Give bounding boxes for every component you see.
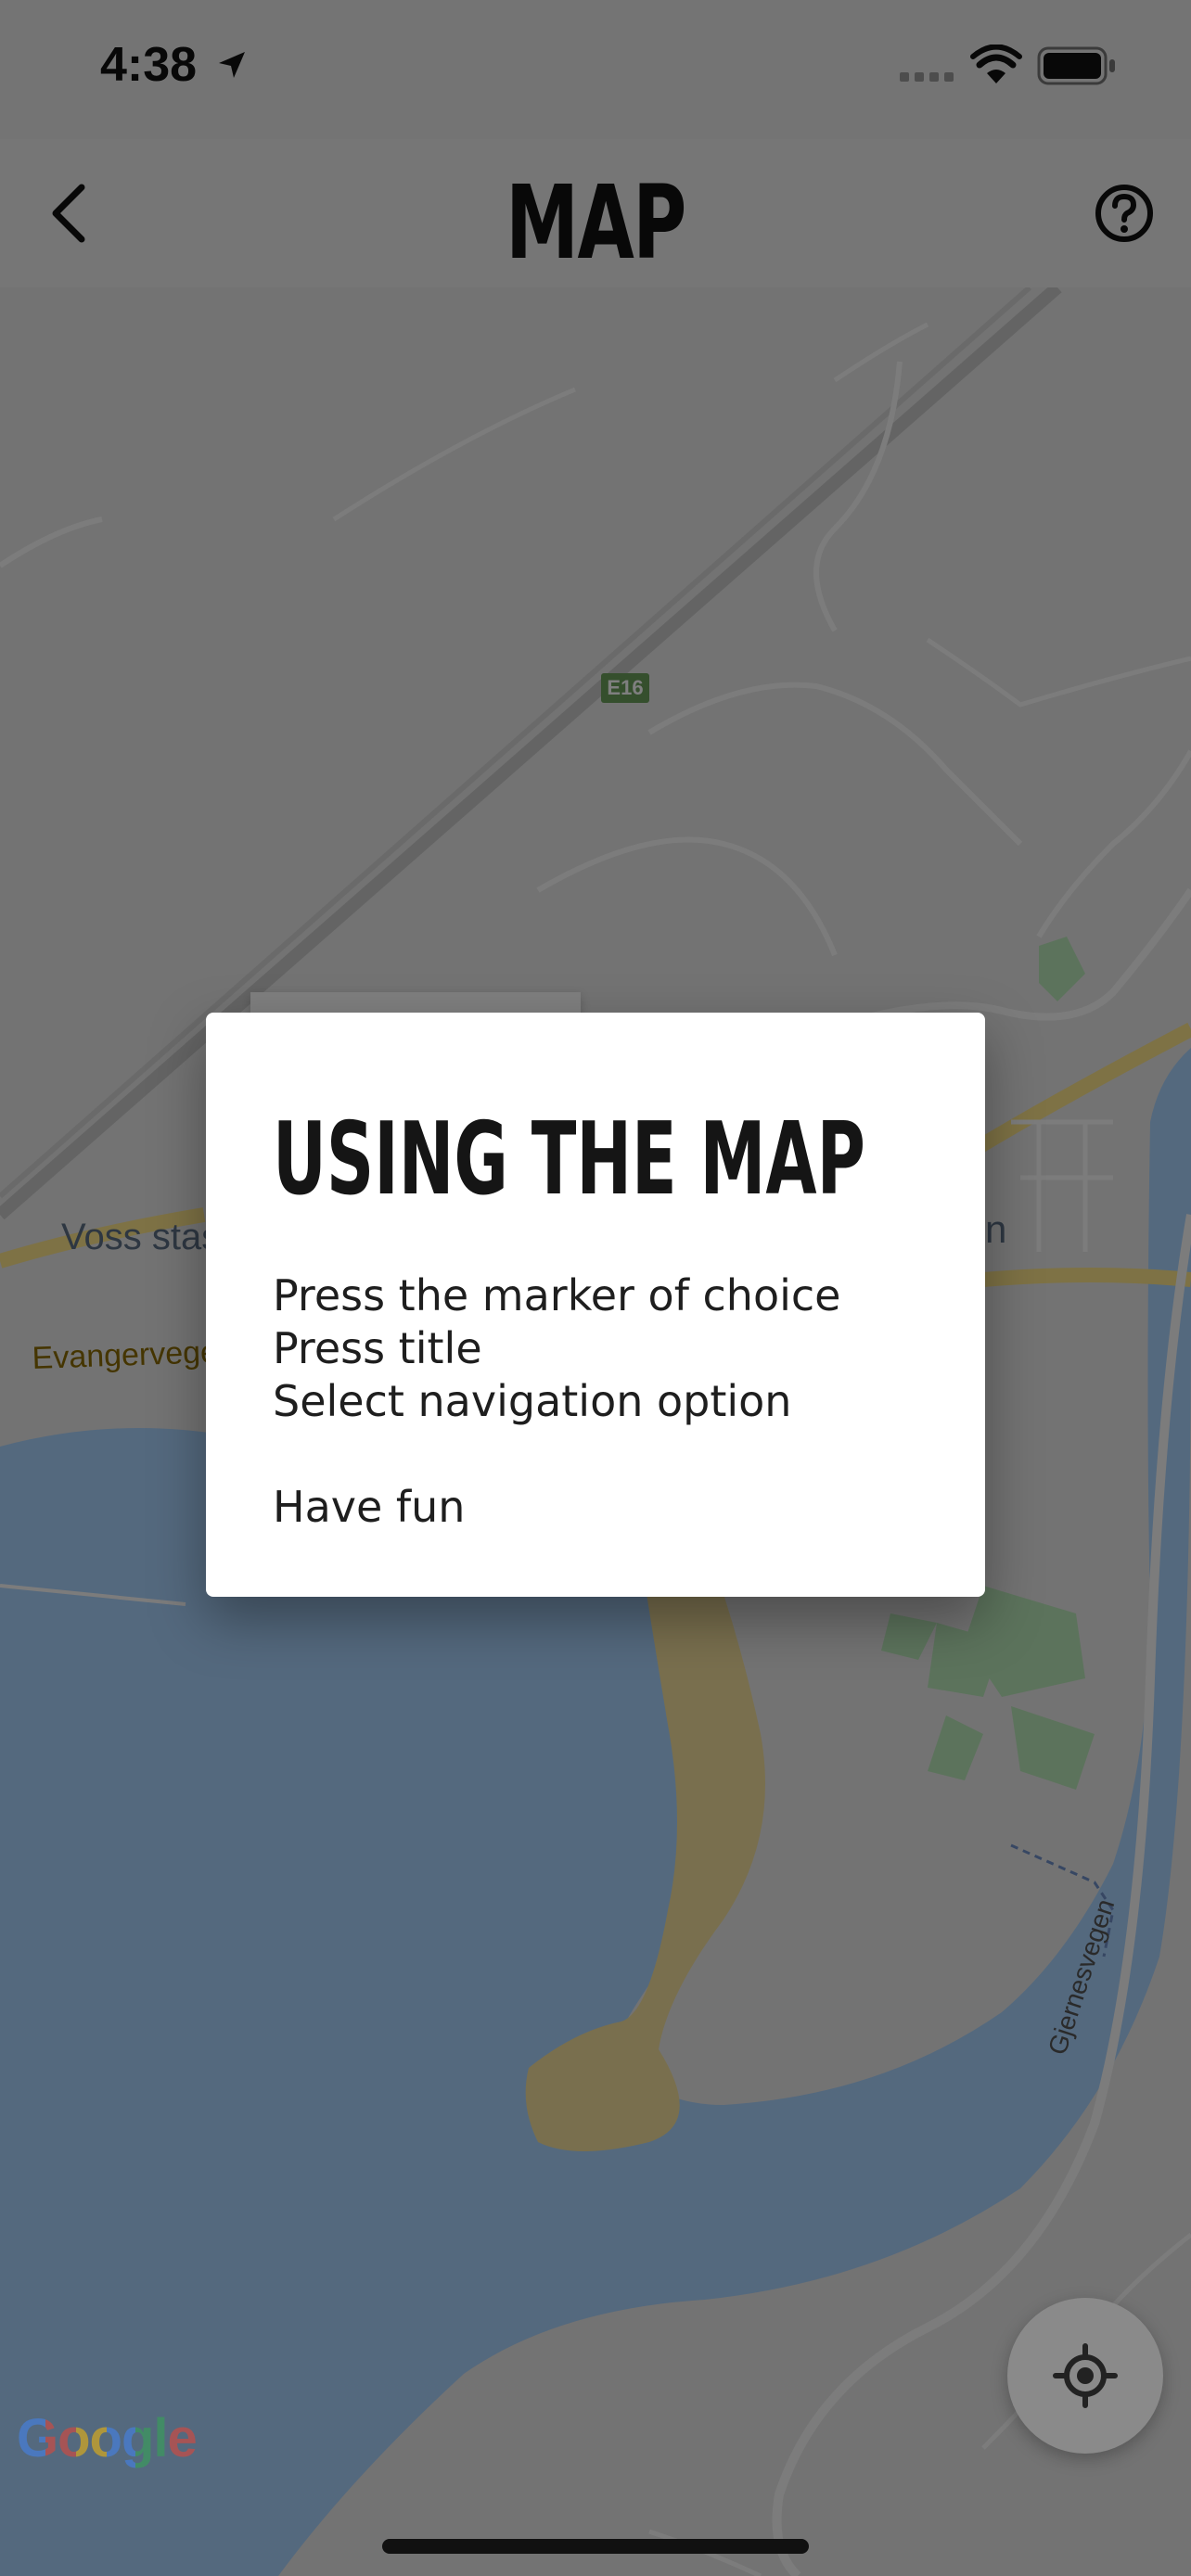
dialog-line-3: Select navigation option — [273, 1376, 792, 1426]
my-location-icon — [1053, 2343, 1118, 2408]
google-logo-text: Google — [17, 2408, 198, 2468]
help-dialog: USING THE MAP Press the marker of choice… — [206, 1013, 985, 1597]
google-logo: Google — [17, 2407, 198, 2469]
dialog-footer: Have fun — [273, 1482, 466, 1532]
dialog-line-1: Press the marker of choice — [273, 1270, 841, 1320]
my-location-button[interactable] — [1007, 2298, 1163, 2454]
dialog-title: USING THE MAP — [273, 1102, 865, 1218]
dialog-line-2: Press title — [273, 1323, 482, 1373]
home-indicator[interactable] — [382, 2539, 809, 2554]
